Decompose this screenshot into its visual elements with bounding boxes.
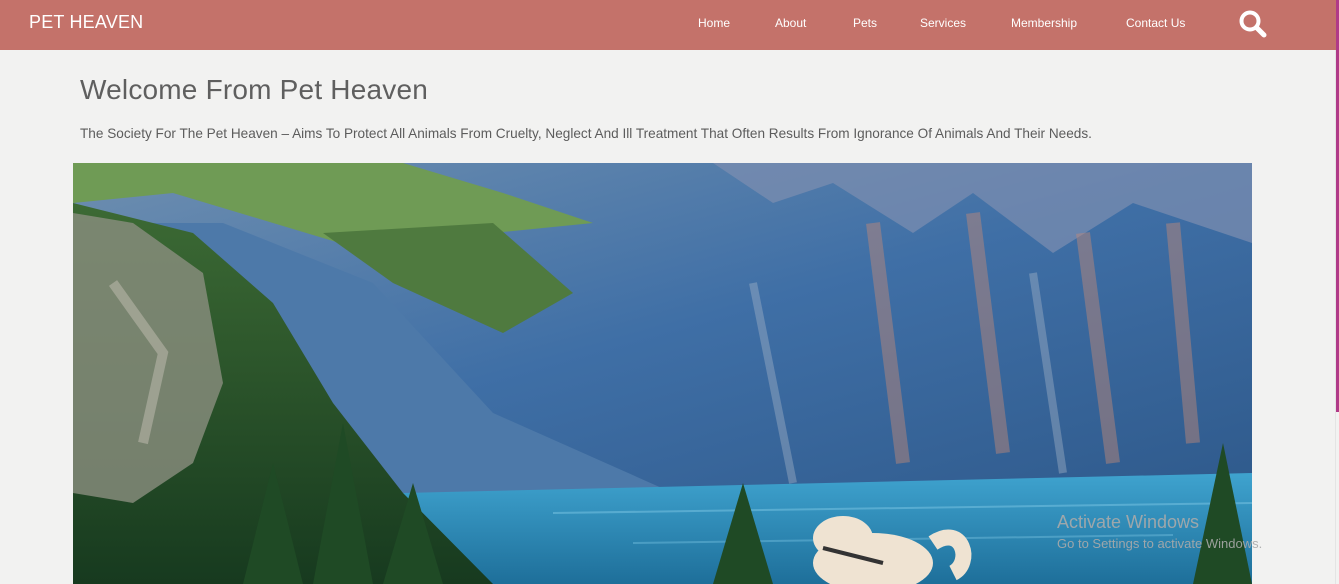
search-icon — [1239, 10, 1267, 38]
nav-link-home[interactable]: Home — [698, 16, 730, 30]
nav-link-membership[interactable]: Membership — [1011, 16, 1077, 30]
nav-link-about[interactable]: About — [775, 16, 806, 30]
mountain-lake-dog-illustration — [73, 163, 1252, 584]
brand-logo[interactable]: PET HEAVEN — [29, 12, 143, 33]
nav-link-contact[interactable]: Contact Us — [1126, 16, 1185, 30]
nav-link-pets[interactable]: Pets — [853, 16, 877, 30]
scrollbar-track — [1335, 50, 1336, 584]
search-button[interactable] — [1237, 8, 1269, 40]
top-navbar: PET HEAVEN Home About Pets Services Memb… — [0, 0, 1336, 50]
hero-image — [73, 163, 1252, 584]
intro-text: The Society For The Pet Heaven – Aims To… — [80, 126, 1092, 141]
nav-link-services[interactable]: Services — [920, 16, 966, 30]
page-title: Welcome From Pet Heaven — [80, 74, 428, 105]
